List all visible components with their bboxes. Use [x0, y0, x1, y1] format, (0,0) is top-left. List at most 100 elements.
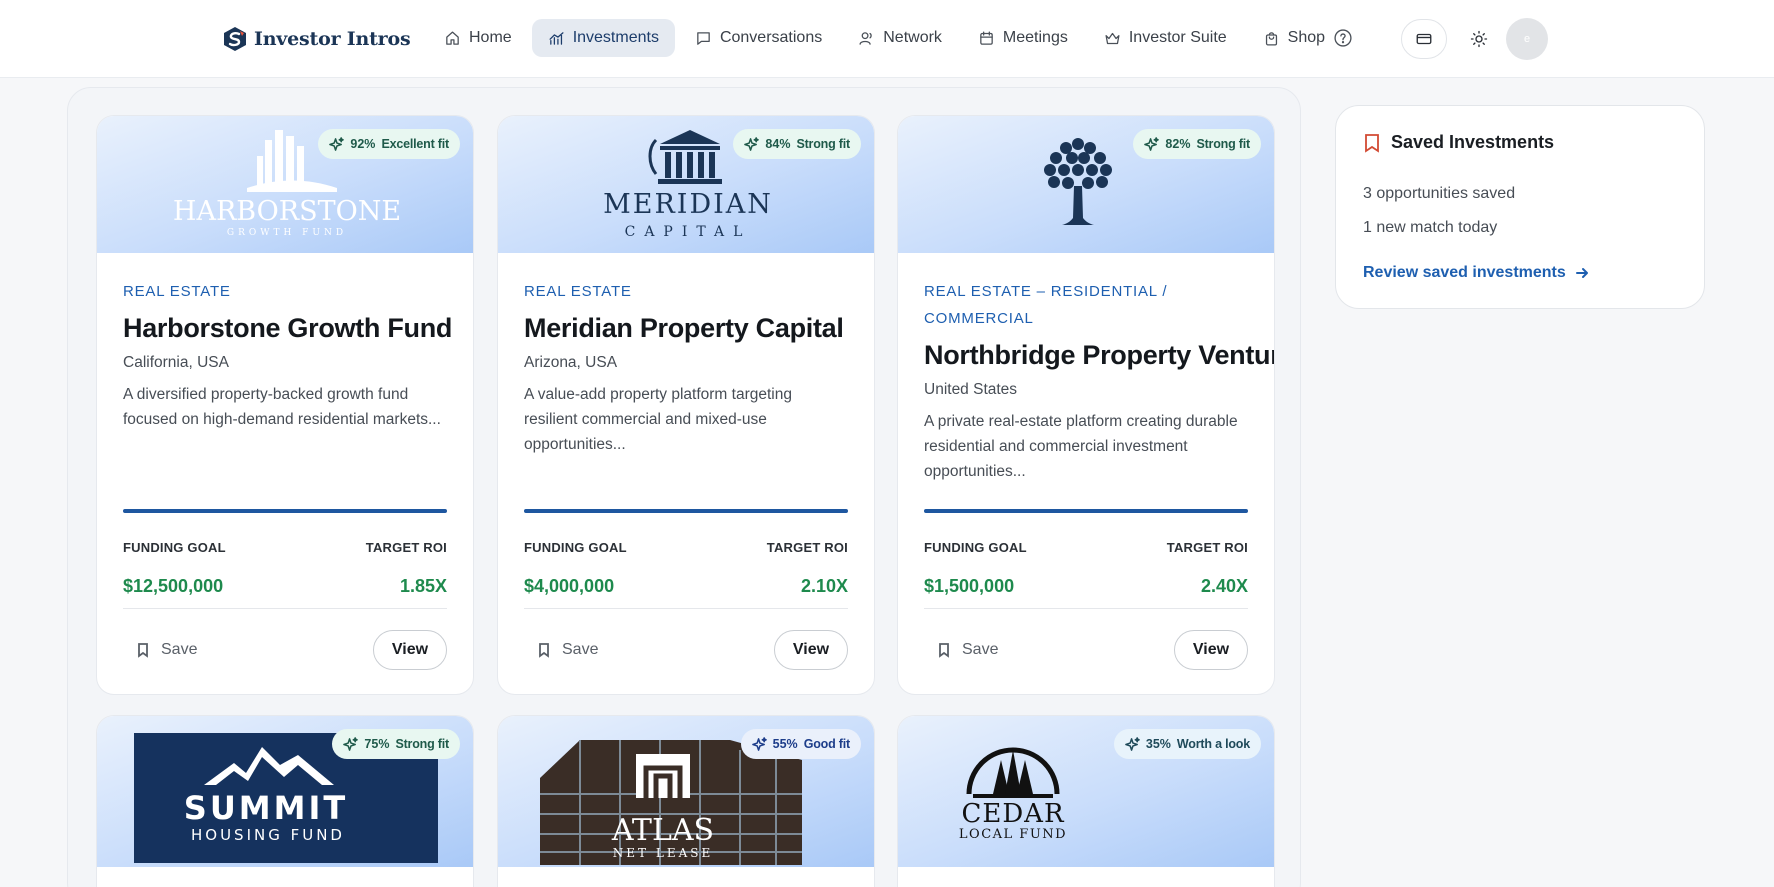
fit-label: Strong fit — [395, 737, 449, 751]
save-label: Save — [562, 641, 599, 658]
card-title[interactable]: Harborstone Growth Fund — [123, 313, 452, 344]
funding-progress-bar — [924, 509, 1248, 513]
nav-home-label: Home — [469, 29, 512, 46]
calendar-icon — [980, 30, 993, 45]
funding-goal-label: FUNDING GOAL — [924, 540, 1027, 555]
fit-badge: 75% Strong fit — [332, 729, 460, 759]
card-title[interactable]: Meridian Property Capital — [524, 313, 848, 344]
target-roi-label: TARGET ROI — [766, 540, 848, 555]
card-category: REAL ESTATE – RESIDENTIAL / COMMERCIAL — [924, 283, 1168, 327]
fit-label: Strong fit — [1196, 137, 1250, 151]
view-button[interactable]: View — [774, 630, 848, 670]
harborstone-logo-text: HARBORSTONE — [173, 196, 401, 227]
review-saved-link[interactable]: Review saved investments — [1363, 264, 1590, 282]
cedar-logo-text: CEDAR — [961, 799, 1064, 829]
target-roi-value: 2.10X — [800, 576, 848, 596]
view-button[interactable]: View — [1174, 630, 1248, 670]
card-hero: CEDAR LOCAL FUND 35% Worth a look — [898, 716, 1274, 867]
brand[interactable]: Investor Intros — [222, 24, 411, 54]
investment-card[interactable]: MERIDIAN CAPITAL 84% Strong fit REAL EST… — [497, 115, 875, 695]
atlas-logo-sub: NET LEASE — [613, 846, 713, 860]
stat-values: $12,500,000 1.85X — [123, 576, 447, 597]
help-circle-icon[interactable] — [1333, 28, 1353, 48]
funding-goal-label: FUNDING GOAL — [123, 540, 226, 555]
stat-labels: FUNDING GOAL TARGET ROI — [524, 540, 848, 555]
card-description: A value-add property platform targeting … — [524, 386, 792, 453]
card-hero: ATLAS NET LEASE 55% Good fit — [498, 716, 874, 867]
review-saved-label: Review saved investments — [1363, 264, 1566, 281]
investment-card[interactable]: SUMMIT HOUSING FUND 75% Strong fit — [96, 715, 474, 887]
stat-values: $4,000,000 2.10X — [524, 576, 848, 597]
cedar-logo-sub: LOCAL FUND — [959, 827, 1067, 842]
card-divider — [524, 608, 848, 609]
sparkle-icon — [1144, 136, 1160, 151]
payment-card-button[interactable] — [1401, 19, 1447, 59]
sparkle-icon — [744, 136, 760, 151]
nav-investor-suite-label: Investor Suite — [1128, 29, 1227, 46]
credit-card-icon — [1416, 33, 1432, 45]
card-hero: 82% Strong fit — [898, 116, 1274, 253]
nav-meetings-label: Meetings — [1002, 29, 1068, 46]
stat-labels: FUNDING GOAL TARGET ROI — [924, 540, 1248, 555]
card-hero: MERIDIAN CAPITAL 84% Strong fit — [498, 116, 874, 253]
home-icon — [446, 30, 459, 45]
crown-icon — [1105, 32, 1120, 44]
fit-percent: 84% — [765, 137, 791, 151]
sparkle-icon — [343, 736, 359, 751]
nav-investments-label: Investments — [572, 29, 659, 46]
save-button[interactable]: Save — [936, 635, 998, 665]
nav-investor-suite[interactable]: Investor Suite — [1088, 19, 1243, 57]
card-description: A diversified property-backed growth fun… — [123, 386, 441, 428]
message-icon — [697, 31, 710, 45]
card-body: REAL ESTATE Meridian Property Capital Ar… — [524, 278, 848, 457]
card-category: REAL ESTATE — [524, 283, 632, 300]
fit-badge: 92% Excellent fit — [318, 129, 460, 159]
card-divider — [123, 608, 447, 609]
summit-logo-sub: HOUSING FUND — [191, 826, 345, 844]
nav-shop[interactable]: Shop — [1247, 19, 1369, 57]
fit-label: Worth a look — [1176, 737, 1250, 751]
main-nav: Home Investments Conversations Network M… — [428, 19, 1369, 57]
funding-goal-value: $4,000,000 — [524, 576, 615, 596]
fit-badge: 82% Strong fit — [1133, 129, 1261, 159]
fit-percent: 35% — [1145, 737, 1171, 751]
top-navigation-bar: Investor Intros Home Investments Convers… — [0, 0, 1774, 78]
view-button[interactable]: View — [373, 630, 447, 670]
investment-card[interactable]: HARBORSTONE GROWTH FUND 92% Excellent fi… — [96, 115, 474, 695]
nav-investments[interactable]: Investments — [531, 19, 675, 57]
investment-card[interactable]: 82% Strong fit REAL ESTATE – RESIDENTIAL… — [897, 115, 1275, 695]
sparkle-icon — [751, 736, 767, 751]
saved-count: 3 opportunities saved — [1363, 185, 1516, 202]
tree-logo-icon — [1044, 138, 1112, 225]
theme-toggle-button[interactable] — [1462, 22, 1496, 56]
meridian-logo-sub: CAPITAL — [625, 224, 752, 240]
arrow-right-icon — [1575, 268, 1588, 278]
sun-icon — [1470, 30, 1488, 48]
save-button[interactable]: Save — [536, 635, 598, 665]
funding-goal-label: FUNDING GOAL — [524, 540, 627, 555]
nav-home[interactable]: Home — [428, 19, 528, 57]
save-button[interactable]: Save — [135, 635, 197, 665]
investments-panel: HARBORSTONE GROWTH FUND 92% Excellent fi… — [67, 87, 1301, 887]
nav-network[interactable]: Network — [842, 19, 958, 57]
card-body: REAL ESTATE – RESIDENTIAL / COMMERCIAL N… — [924, 278, 1274, 484]
card-title[interactable]: Northbridge Property Ventures — [924, 340, 1274, 371]
investment-card[interactable]: ATLAS NET LEASE 55% Good fit — [497, 715, 875, 887]
card-body: REAL ESTATE Harborstone Growth Fund Cali… — [123, 278, 452, 432]
nav-shop-label: Shop — [1287, 29, 1326, 46]
fit-percent: 75% — [364, 737, 390, 751]
meridian-logo-text: MERIDIAN — [603, 189, 773, 220]
fit-badge: 35% Worth a look — [1113, 729, 1261, 759]
user-avatar[interactable]: e — [1506, 18, 1548, 60]
nav-conversations[interactable]: Conversations — [679, 19, 838, 57]
saved-header: Saved Investments — [1363, 132, 1554, 153]
nav-meetings[interactable]: Meetings — [962, 19, 1084, 57]
funding-progress-bar — [524, 509, 848, 513]
target-roi-label: TARGET ROI — [365, 540, 447, 555]
brand-logo-icon — [224, 27, 246, 51]
shopping-bag-icon — [1265, 31, 1277, 46]
funding-progress-bar — [123, 509, 447, 513]
bookmark-icon — [138, 643, 148, 658]
investment-card[interactable]: CEDAR LOCAL FUND 35% Worth a look — [897, 715, 1275, 887]
card-hero: SUMMIT HOUSING FUND 75% Strong fit — [97, 716, 473, 867]
